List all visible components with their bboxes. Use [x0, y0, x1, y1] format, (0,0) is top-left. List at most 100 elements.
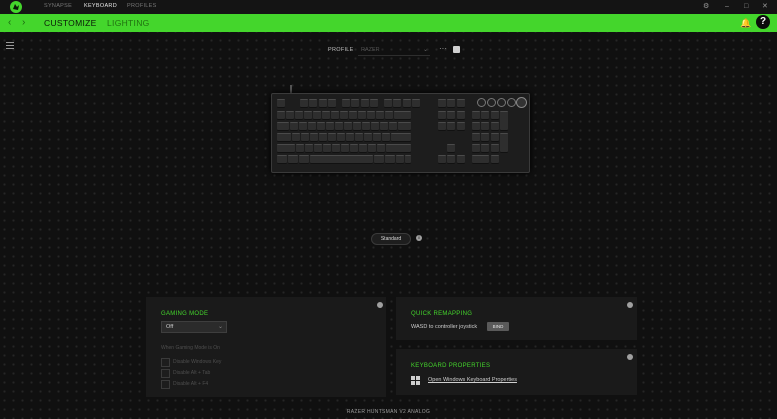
keycap[interactable] — [393, 99, 402, 108]
keycap[interactable] — [305, 144, 313, 153]
keycap[interactable] — [332, 144, 340, 153]
keycap[interactable] — [317, 122, 325, 131]
keycap[interactable] — [367, 111, 375, 120]
keycap[interactable] — [318, 99, 327, 108]
keycap[interactable] — [308, 122, 316, 131]
keycap[interactable] — [438, 122, 446, 131]
keycap[interactable] — [328, 99, 337, 108]
keycap[interactable] — [447, 155, 456, 164]
keycap[interactable] — [326, 122, 334, 131]
media-dial[interactable] — [516, 97, 527, 108]
keycap[interactable] — [384, 99, 392, 108]
keycap[interactable] — [370, 99, 379, 108]
keycap[interactable] — [337, 133, 345, 142]
tab-customize[interactable]: CUSTOMIZE — [44, 18, 97, 28]
keycap[interactable] — [344, 122, 352, 131]
more-options-icon[interactable]: ··· — [439, 44, 447, 53]
tab-lighting[interactable]: LIGHTING — [107, 18, 150, 28]
keycap[interactable] — [288, 155, 298, 164]
keycap[interactable] — [277, 111, 285, 120]
close-icon[interactable]: ✕ — [762, 2, 768, 12]
keycap[interactable] — [340, 111, 348, 120]
keycap[interactable] — [386, 144, 411, 153]
keycap[interactable] — [447, 111, 456, 120]
keycap[interactable] — [412, 99, 421, 108]
keycap[interactable] — [331, 111, 339, 120]
keycap[interactable] — [286, 111, 294, 120]
bell-icon[interactable]: 🔔 — [740, 17, 751, 29]
keycap[interactable] — [353, 122, 361, 131]
keycap[interactable] — [472, 111, 480, 120]
media-key[interactable] — [507, 98, 516, 107]
disable-alt-f4-checkbox[interactable] — [161, 380, 170, 389]
keycap[interactable] — [364, 133, 372, 142]
keycap[interactable] — [304, 111, 312, 120]
keycap[interactable] — [456, 122, 465, 131]
info-icon[interactable] — [627, 354, 633, 360]
keycap[interactable] — [309, 99, 318, 108]
keycap[interactable] — [358, 111, 366, 120]
maximize-icon[interactable]: □ — [744, 2, 748, 12]
keycap[interactable] — [481, 144, 490, 153]
info-icon[interactable] — [627, 302, 633, 308]
keycap[interactable] — [472, 133, 480, 142]
keycap[interactable] — [362, 122, 370, 131]
keycap[interactable] — [277, 144, 295, 153]
keycap[interactable] — [300, 99, 308, 108]
info-icon[interactable]: i — [416, 235, 422, 241]
keycap[interactable] — [277, 133, 291, 142]
keycap[interactable] — [277, 155, 287, 164]
keycap[interactable] — [490, 144, 499, 153]
keycap[interactable] — [456, 111, 465, 120]
tab-synapse[interactable]: SYNAPSE — [44, 3, 72, 9]
keycap[interactable] — [328, 133, 336, 142]
media-key[interactable] — [487, 98, 496, 107]
keycap[interactable] — [350, 144, 358, 153]
keycap[interactable] — [310, 155, 373, 164]
keycap[interactable] — [368, 144, 376, 153]
hamburger-menu-icon[interactable] — [6, 42, 14, 51]
profile-select[interactable]: RAZER ⌄ — [358, 44, 430, 56]
keycap[interactable] — [481, 111, 490, 120]
keycap[interactable] — [456, 155, 465, 164]
keycap[interactable] — [438, 111, 446, 120]
keycap[interactable] — [402, 99, 411, 108]
keycap[interactable] — [295, 111, 303, 120]
disable-alt-tab-checkbox[interactable] — [161, 369, 170, 378]
keycap[interactable] — [481, 122, 490, 131]
gaming-mode-select[interactable]: Off ⌄ — [161, 321, 227, 333]
keycap[interactable] — [323, 144, 331, 153]
open-keyboard-properties-link[interactable]: Open Windows Keyboard Properties — [428, 377, 517, 383]
keycap[interactable] — [299, 122, 307, 131]
help-icon[interactable]: ? — [756, 15, 770, 29]
razer-logo-icon[interactable] — [10, 1, 22, 13]
keycap[interactable] — [490, 122, 499, 131]
settings-icon[interactable]: ⚙ — [703, 2, 709, 12]
keycap[interactable] — [349, 111, 357, 120]
keycap[interactable] — [382, 133, 390, 142]
keycap[interactable] — [500, 133, 509, 153]
keycap[interactable] — [377, 144, 385, 153]
keycap[interactable] — [346, 133, 354, 142]
keycap[interactable] — [456, 99, 465, 108]
keycap[interactable] — [472, 155, 489, 164]
keycap[interactable] — [313, 111, 321, 120]
keycap[interactable] — [490, 155, 499, 164]
keycap[interactable] — [447, 144, 456, 153]
keycap[interactable] — [355, 133, 363, 142]
keycap[interactable] — [391, 133, 411, 142]
bind-button[interactable]: BIND — [487, 322, 509, 331]
keycap[interactable] — [292, 133, 300, 142]
keycap[interactable] — [374, 155, 384, 164]
keycap[interactable] — [385, 155, 395, 164]
keycap[interactable] — [481, 133, 490, 142]
media-key[interactable] — [477, 98, 486, 107]
keycap[interactable] — [322, 111, 330, 120]
keycap[interactable] — [299, 155, 309, 164]
keycap[interactable] — [277, 122, 289, 131]
keycap[interactable] — [500, 111, 509, 131]
keycap[interactable] — [472, 144, 480, 153]
keycap[interactable] — [490, 133, 499, 142]
keycap[interactable] — [290, 122, 298, 131]
keycap[interactable] — [360, 99, 369, 108]
